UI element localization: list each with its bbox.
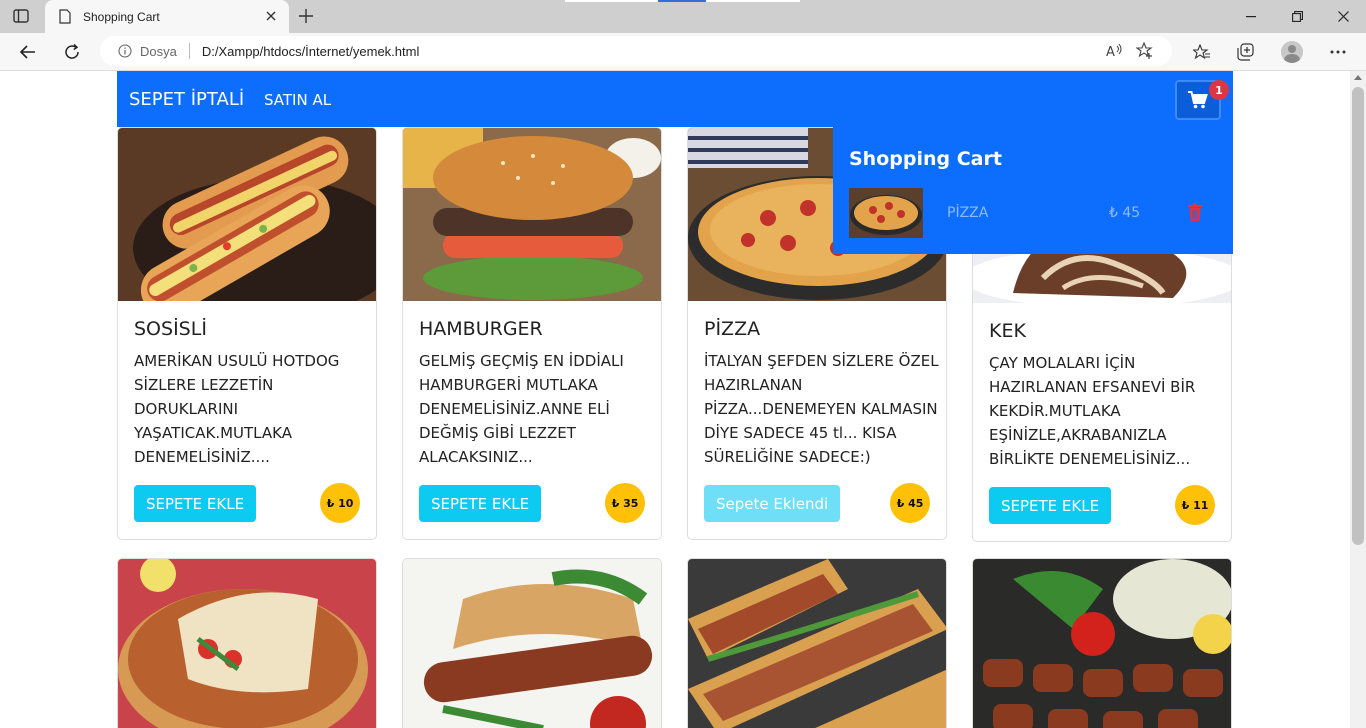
tab-actions-icon[interactable] — [10, 6, 32, 26]
url-text[interactable]: D:/Xampp/htdocs/İnternet/yemek.html — [202, 44, 419, 59]
tab-title: Shopping Cart — [83, 9, 160, 24]
close-tab-icon[interactable] — [263, 8, 279, 24]
add-to-cart-button[interactable]: SEPETE EKLE — [134, 485, 257, 522]
product-card — [687, 558, 947, 728]
site-navbar: SEPET İPTALİ SATIN AL 1 — [117, 71, 1233, 127]
add-to-cart-button[interactable]: SEPETE EKLE — [989, 487, 1112, 524]
product-title: SOSİSLİ — [134, 318, 207, 340]
product-title: KEK — [989, 320, 1026, 342]
read-aloud-icon[interactable]: A — [1106, 43, 1124, 59]
info-icon[interactable] — [118, 44, 132, 58]
pide-image — [688, 559, 946, 728]
close-window-icon[interactable] — [1320, 0, 1366, 33]
product-description: GELMİŞ GEÇMİŞ EN İDDİALI HAMBURGERİ MUTL… — [419, 352, 624, 466]
page-scrollbar[interactable] — [1350, 71, 1366, 728]
minimize-icon[interactable] — [1228, 0, 1274, 33]
browser-tab[interactable]: Shopping Cart — [45, 0, 289, 33]
product-description: İTALYAN ŞEFDEN SİZLERE ÖZEL HAZIRLANAN P… — [704, 352, 939, 466]
new-tab-icon[interactable] — [296, 6, 316, 26]
cart-item-price: ₺ 45 — [1109, 205, 1141, 221]
product-title: HAMBURGER — [419, 318, 543, 340]
hamburger-image — [403, 128, 661, 301]
refresh-icon[interactable] — [58, 38, 86, 66]
collections-icon[interactable] — [1232, 38, 1260, 66]
scrollbar-thumb[interactable] — [1352, 87, 1364, 545]
price-badge: ₺ 11 — [1175, 485, 1215, 525]
restore-icon[interactable] — [1274, 0, 1320, 33]
kebab-image — [403, 559, 661, 728]
product-card — [402, 558, 662, 728]
page-viewport: SEPET İPTALİ SATIN AL 1 SOSİSLİ AMERİKAN… — [0, 71, 1350, 728]
price-badge: ₺ 35 — [605, 483, 645, 523]
product-title: PİZZA — [704, 318, 761, 340]
product-description: AMERİKAN USULÜ HOTDOG SİZLERE LEZZETİN D… — [134, 352, 340, 466]
shopping-cart-panel: Shopping Cart PİZZA ₺ 45 — [833, 127, 1233, 254]
add-favorite-icon[interactable] — [1136, 42, 1154, 60]
more-menu-icon[interactable] — [1324, 38, 1352, 66]
cart-title: Shopping Cart — [849, 148, 1002, 170]
url-divider — [188, 43, 190, 59]
price-badge: ₺ 10 — [320, 483, 360, 523]
product-card: SOSİSLİ AMERİKAN USULÜ HOTDOG SİZLERE LE… — [117, 127, 377, 540]
url-scheme-label: Dosya — [140, 43, 177, 59]
cart-item-name: PİZZA — [947, 205, 989, 221]
price-badge: ₺ 45 — [890, 483, 930, 523]
url-field[interactable]: Dosya D:/Xampp/htdocs/İnternet/yemek.htm… — [100, 36, 1172, 66]
favorites-icon[interactable] — [1188, 38, 1216, 66]
browser-tabbar: Shopping Cart — [0, 0, 1366, 33]
avatar — [1281, 41, 1303, 63]
product-description: ÇAY MOLALARI İÇİN HAZIRLANAN EFSANEVİ Bİ… — [989, 354, 1196, 468]
hotdog-image — [118, 128, 376, 301]
back-icon[interactable] — [14, 38, 42, 66]
cigkofte-image — [973, 559, 1231, 728]
cancel-cart-link[interactable]: SEPET İPTALİ — [129, 89, 244, 110]
profile-avatar[interactable] — [1278, 38, 1306, 66]
svg-text:A: A — [1106, 45, 1115, 59]
trash-icon[interactable] — [1187, 203, 1203, 221]
cart-count-badge: 1 — [1209, 80, 1229, 100]
address-bar-area: Dosya D:/Xampp/htdocs/İnternet/yemek.htm… — [0, 33, 1366, 71]
product-card: HAMBURGER GELMİŞ GEÇMİŞ EN İDDİALI HAMBU… — [402, 127, 662, 540]
cart-item-image — [849, 188, 923, 238]
page-icon — [59, 9, 71, 24]
buy-link[interactable]: SATIN AL — [264, 91, 331, 109]
add-to-cart-button[interactable]: SEPETE EKLE — [419, 485, 542, 522]
scroll-up-icon[interactable] — [1354, 75, 1362, 80]
product-card — [117, 558, 377, 728]
cart-icon — [1188, 91, 1208, 109]
added-to-cart-button[interactable]: Sepete Eklendi — [704, 485, 841, 522]
product-card — [972, 558, 1232, 728]
lahmacun-image — [118, 559, 376, 728]
